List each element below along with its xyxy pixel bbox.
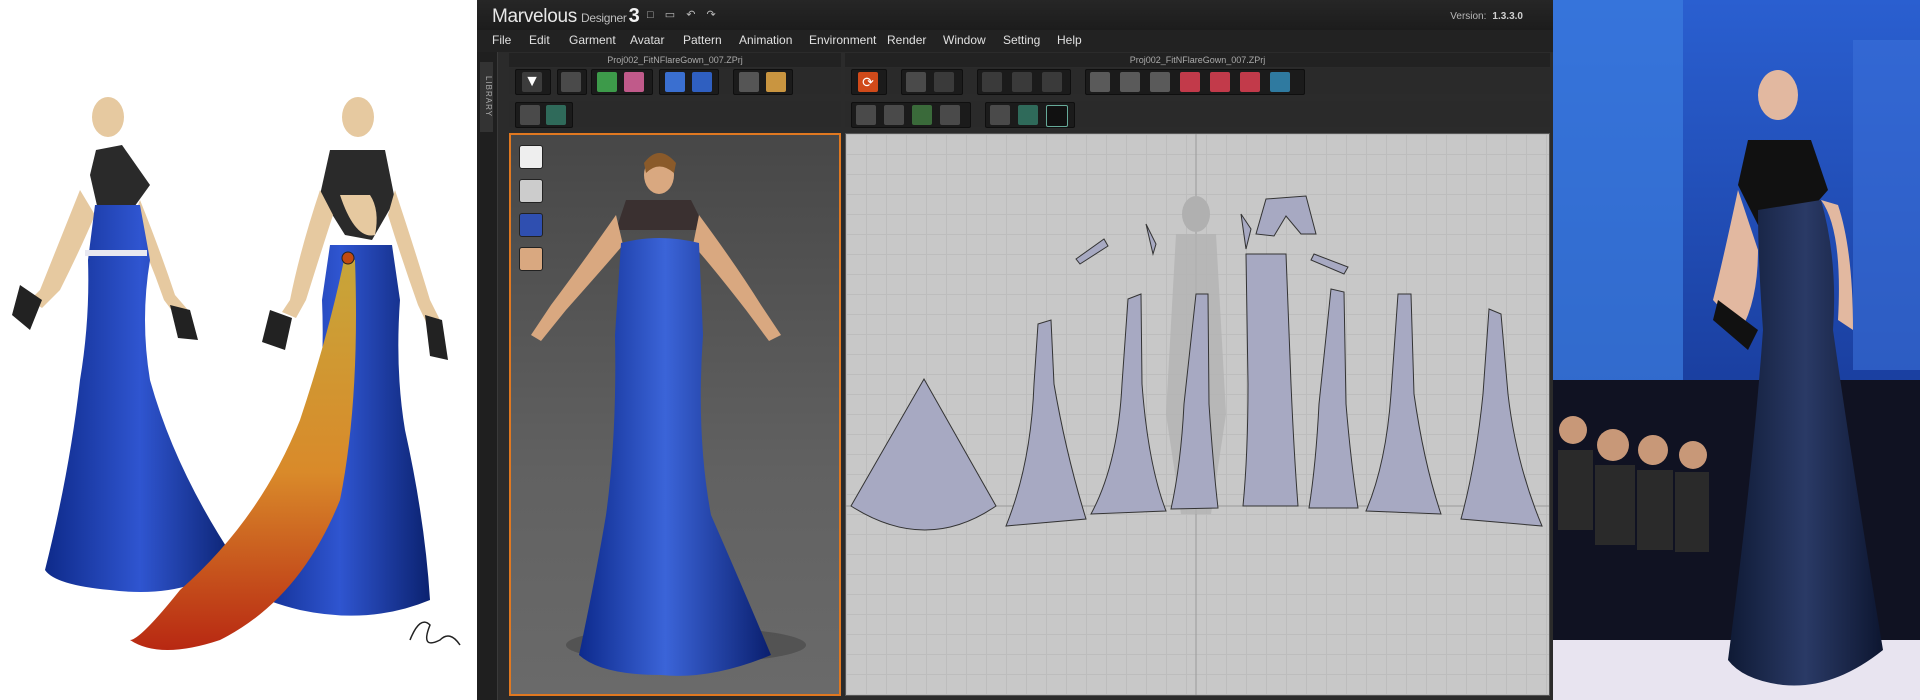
toolbar-group — [659, 69, 719, 95]
toolbar-group — [1085, 69, 1305, 95]
open-folder-icon[interactable]: ▭ — [665, 9, 675, 21]
runway-model-photo — [1553, 0, 1920, 700]
garment-green-icon[interactable] — [597, 72, 617, 92]
marvelous-designer-window: Marvelous Designer 3 □ ▭ ↶ ↷ Version: 1.3.3… — [477, 0, 1553, 700]
segment-sewing-icon[interactable] — [856, 105, 876, 125]
toolbar-group — [557, 69, 587, 95]
grid-icon[interactable] — [546, 105, 566, 125]
internal-polygon-icon[interactable] — [1180, 72, 1200, 92]
app-brand-sub: Designer — [580, 11, 627, 25]
pattern-piece-godet[interactable] — [850, 377, 997, 531]
add-point-icon[interactable] — [1012, 72, 1032, 92]
fold-blue-icon[interactable] — [665, 72, 685, 92]
pose-icon[interactable] — [739, 72, 759, 92]
pattern-piece-6[interactable] — [1460, 308, 1543, 527]
menu-window[interactable]: Window — [943, 33, 986, 47]
toolbar-2d-row1: ⟳ — [845, 68, 1550, 95]
app-brand-version-number: 3 — [628, 5, 640, 27]
arrow-down-icon[interactable]: ▼ — [522, 72, 542, 92]
toolbar-group: ▼ — [515, 69, 551, 95]
toolbar-3d-row1: ▼ — [509, 68, 841, 95]
toolbar-group — [985, 102, 1075, 128]
toolbar-group: ⟳ — [851, 69, 887, 95]
artist-signature — [409, 621, 461, 646]
library-strip: LIBRARY — [477, 52, 498, 700]
toolbar-group — [733, 69, 793, 95]
menu-pattern[interactable]: Pattern — [683, 33, 722, 47]
menu-help[interactable]: Help — [1057, 33, 1082, 47]
refresh-icon[interactable]: ⟳ — [858, 72, 878, 92]
quick-actions: □ ▭ ↶ ↷ — [647, 8, 724, 21]
title-bar: Marvelous Designer 3 □ ▭ ↶ ↷ Version: 1.3.3… — [477, 0, 1553, 30]
app-brand-name: Marvelous — [492, 6, 577, 27]
toolbar-group — [851, 102, 971, 128]
texture-grid-icon[interactable] — [1018, 105, 1038, 125]
undo-icon[interactable]: ↶ — [686, 9, 695, 21]
check-sewing-icon[interactable] — [940, 105, 960, 125]
toolbar-group — [901, 69, 963, 95]
multi-sewing-icon[interactable] — [912, 105, 932, 125]
toolbar-3d-row2 — [509, 101, 841, 128]
garment-pink-icon[interactable] — [624, 72, 644, 92]
pattern-piece-strap-b[interactable] — [1240, 213, 1252, 250]
version-value: 1.3.3.0 — [1492, 11, 1523, 22]
pattern-piece-4[interactable] — [1308, 288, 1359, 509]
pattern-piece-1[interactable] — [1005, 319, 1087, 527]
pattern-piece-2[interactable] — [1090, 293, 1167, 515]
internal-rectangle-icon[interactable] — [1210, 72, 1230, 92]
pattern-piece-band-right[interactable] — [1310, 253, 1349, 275]
toolbar-group — [591, 69, 653, 95]
app-logo: Marvelous Designer 3 — [492, 5, 640, 28]
curve-point-icon[interactable] — [982, 72, 1002, 92]
viewport-2d-pattern[interactable] — [845, 133, 1550, 696]
menu-garment[interactable]: Garment — [569, 33, 616, 47]
free-sewing-icon[interactable] — [884, 105, 904, 125]
pattern-piece-collar[interactable] — [1255, 195, 1317, 237]
circle-icon[interactable] — [1150, 72, 1170, 92]
avatar-icon[interactable] — [766, 72, 786, 92]
redo-icon[interactable]: ↷ — [706, 9, 715, 21]
dart-icon[interactable] — [1270, 72, 1290, 92]
shirt-blue-icon[interactable] — [692, 72, 712, 92]
save-icon[interactable]: □ — [647, 9, 654, 21]
library-tab[interactable]: LIBRARY — [480, 62, 493, 132]
rectangle-icon[interactable] — [1120, 72, 1140, 92]
texture-edit-icon[interactable] — [1046, 105, 1068, 127]
viewport-3d[interactable] — [509, 133, 841, 696]
polygon-icon[interactable] — [1090, 72, 1110, 92]
avatar-gown-render — [531, 153, 806, 676]
pattern-pieces — [846, 134, 1549, 695]
gown-sketch-illustration — [12, 97, 461, 650]
menu-setting[interactable]: Setting — [1003, 33, 1040, 47]
pattern-piece-band-left[interactable] — [1075, 238, 1109, 265]
version-info: Version: 1.3.3.0 — [1450, 11, 1523, 22]
pin-select-icon[interactable] — [520, 105, 540, 125]
menu-file[interactable]: File — [492, 33, 511, 47]
toolbar-group — [515, 102, 573, 128]
internal-circle-icon[interactable] — [1240, 72, 1260, 92]
concept-sketch — [0, 0, 477, 700]
transform-pattern-icon[interactable] — [906, 72, 926, 92]
texture-select-icon[interactable] — [990, 105, 1010, 125]
panel-3d-title: Proj002_FitNFlareGown_007.ZPrj — [509, 53, 841, 67]
toolbar-group — [977, 69, 1071, 95]
menu-environment[interactable]: Environment — [809, 33, 876, 47]
runway-photo — [1553, 0, 1920, 700]
select-move-icon[interactable] — [561, 72, 581, 92]
pattern-piece-strap-a[interactable] — [1145, 223, 1157, 256]
pattern-piece-center-front[interactable] — [1242, 253, 1299, 507]
toolbar-2d-row2 — [845, 101, 1550, 128]
pattern-piece-5[interactable] — [1365, 293, 1442, 515]
version-label: Version: — [1450, 11, 1487, 22]
menu-avatar[interactable]: Avatar — [630, 33, 664, 47]
menu-edit[interactable]: Edit — [529, 33, 550, 47]
menu-render[interactable]: Render — [887, 33, 926, 47]
menu-animation[interactable]: Animation — [739, 33, 792, 47]
smooth-point-icon[interactable] — [1042, 72, 1062, 92]
edit-pattern-icon[interactable] — [934, 72, 954, 92]
panel-2d-title: Proj002_FitNFlareGown_007.ZPrj — [845, 53, 1550, 67]
menu-bar: File Edit Garment Avatar Pattern Animati… — [477, 30, 1553, 52]
